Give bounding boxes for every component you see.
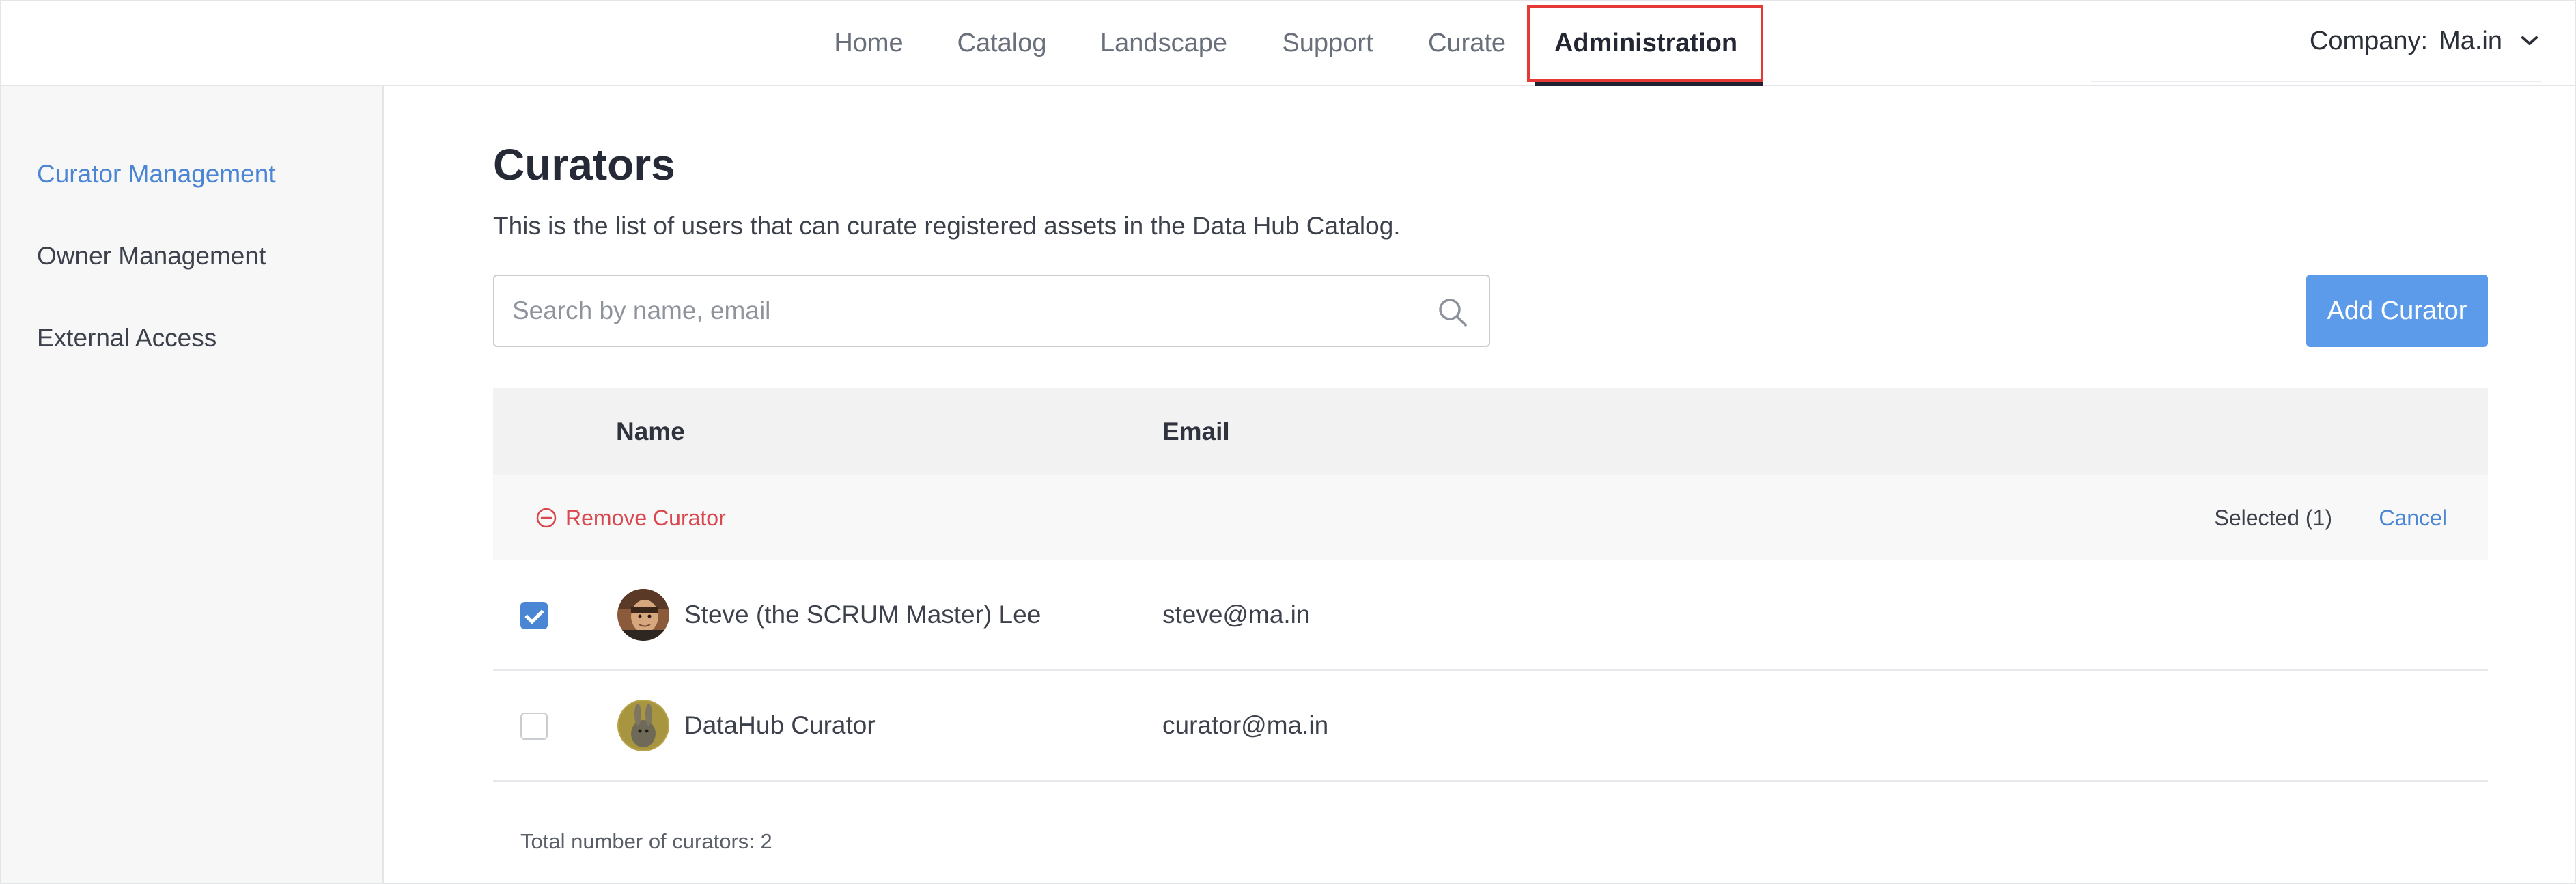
page-title: Curators: [493, 140, 675, 189]
company-value: Ma.in: [2439, 26, 2502, 55]
avatar: [617, 700, 669, 751]
remove-circle-icon: [536, 508, 557, 528]
sidebar-item-external-access[interactable]: External Access: [37, 324, 216, 353]
search-input[interactable]: [511, 276, 1412, 346]
sidebar-item-curator-management[interactable]: Curator Management: [37, 160, 276, 189]
tab-landscape[interactable]: Landscape: [1089, 1, 1239, 85]
selection-action-bar: Remove Curator Selected (1) Cancel: [493, 475, 2488, 560]
sidebar-item-owner-management[interactable]: Owner Management: [37, 242, 266, 271]
company-selector[interactable]: Company: Ma.in: [2310, 1, 2539, 81]
top-navigation-bar: Home Catalog Landscape Support Curate Ad…: [1, 1, 2575, 86]
selected-count: Selected (1): [2214, 505, 2332, 530]
row-checkbox[interactable]: [520, 602, 548, 629]
row-email: steve@ma.in: [1162, 600, 1311, 629]
page-description: This is the list of users that can curat…: [493, 212, 1401, 240]
tab-administration[interactable]: Administration: [1528, 1, 1763, 86]
tab-home[interactable]: Home: [821, 1, 916, 85]
table-row[interactable]: Steve (the SCRUM Master) Lee steve@ma.in: [493, 560, 2488, 671]
search-icon[interactable]: [1437, 296, 1468, 328]
column-header-email[interactable]: Email: [1162, 388, 1230, 475]
table-header: Name Email: [493, 388, 2488, 475]
sidebar: Curator Management Owner Management Exte…: [1, 86, 384, 883]
row-name: DataHub Curator: [684, 711, 876, 739]
app-window: Home Catalog Landscape Support Curate Ad…: [0, 0, 2576, 884]
add-curator-button[interactable]: Add Curator: [2306, 275, 2488, 347]
table-row[interactable]: DataHub Curator curator@ma.in: [493, 671, 2488, 782]
remove-curator-label: Remove Curator: [565, 505, 726, 530]
column-header-name[interactable]: Name: [616, 388, 685, 475]
tab-catalog[interactable]: Catalog: [951, 1, 1053, 85]
avatar: [617, 589, 669, 641]
company-divider: [2091, 81, 2542, 82]
cancel-selection-link[interactable]: Cancel: [2379, 475, 2447, 560]
search-field[interactable]: [493, 275, 1490, 347]
remove-curator-button[interactable]: Remove Curator: [535, 475, 726, 560]
tab-curate[interactable]: Curate: [1419, 1, 1515, 85]
company-label: Company:: [2309, 26, 2428, 55]
chevron-down-icon: [2521, 36, 2538, 45]
total-curators-count: Total number of curators: 2: [520, 829, 772, 853]
row-name: Steve (the SCRUM Master) Lee: [684, 600, 1041, 629]
row-email: curator@ma.in: [1162, 711, 1329, 739]
row-checkbox[interactable]: [520, 713, 548, 740]
tab-support[interactable]: Support: [1273, 1, 1382, 85]
